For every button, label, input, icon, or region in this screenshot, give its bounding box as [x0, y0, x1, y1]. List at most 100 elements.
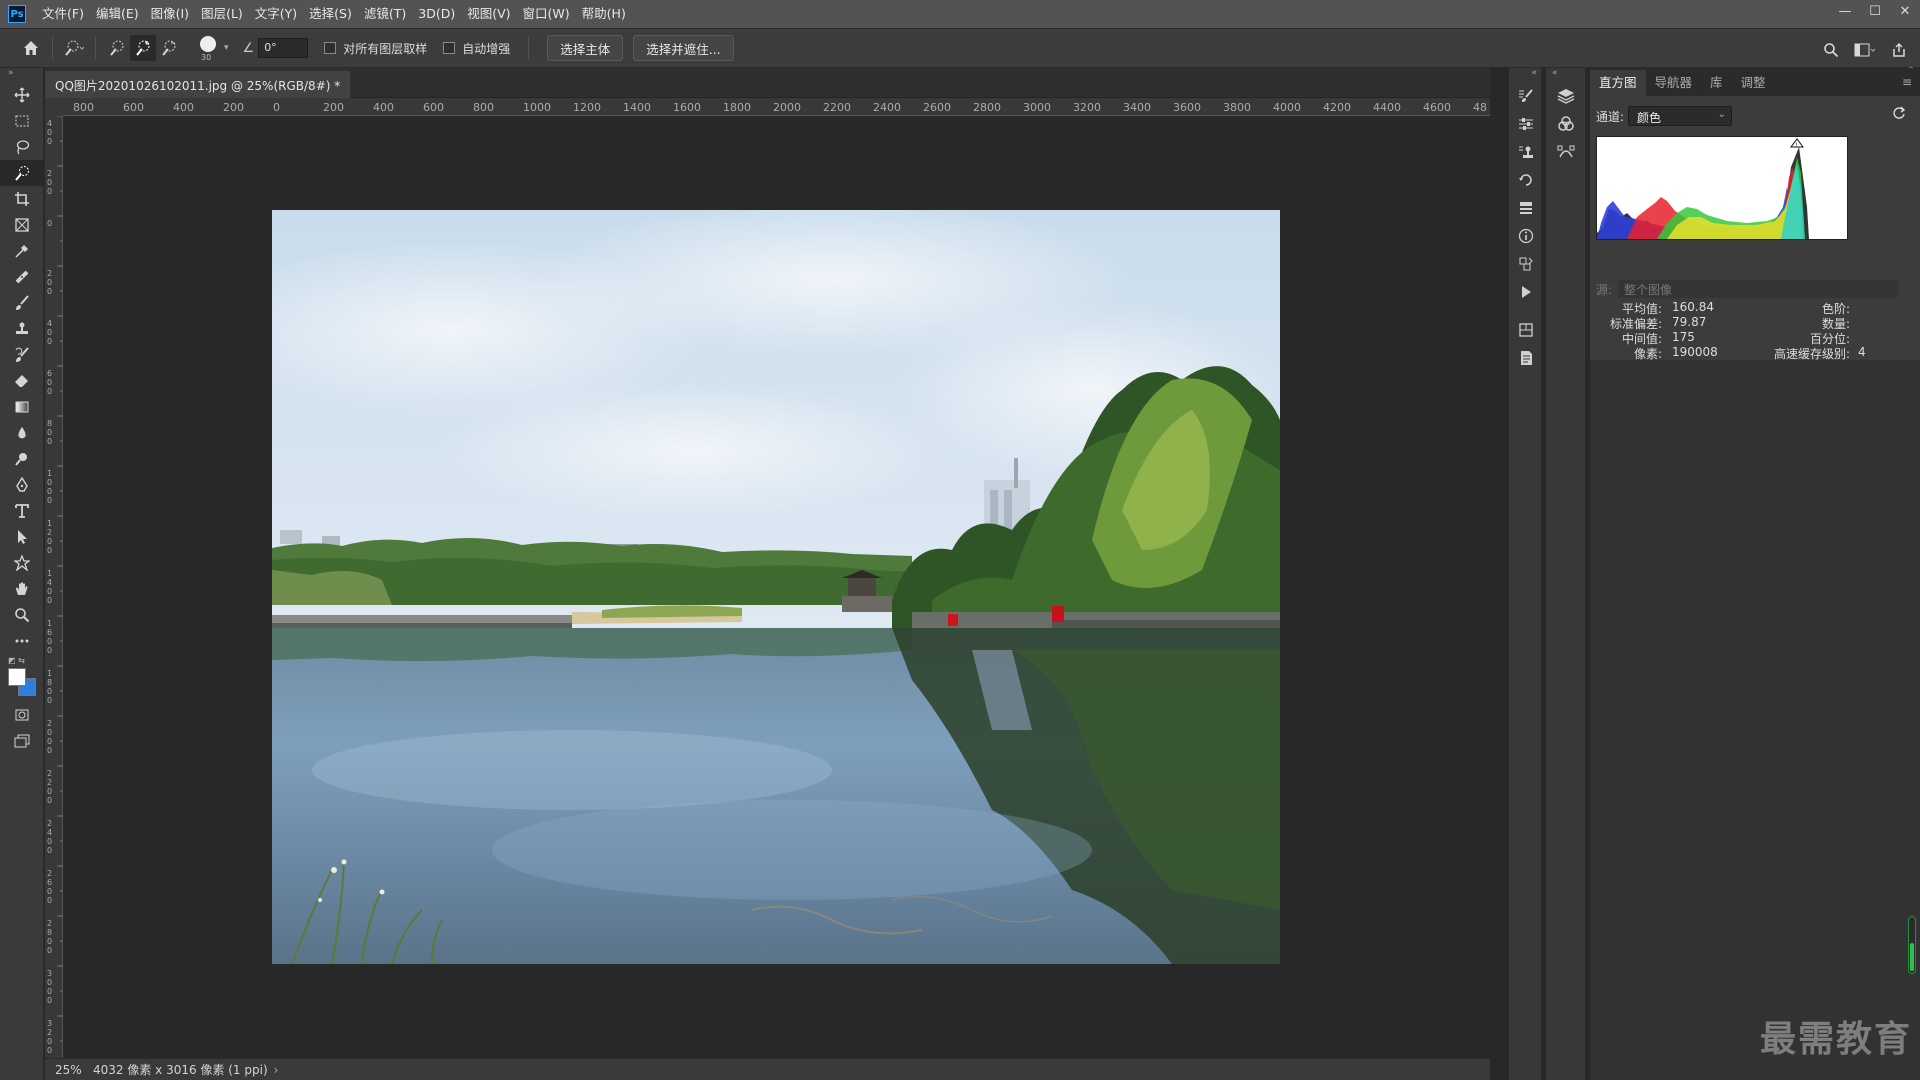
home-icon[interactable] — [18, 35, 44, 61]
menu-view[interactable]: 视图(V) — [461, 0, 516, 28]
channel-select[interactable]: 颜色 ⌄ — [1628, 106, 1733, 126]
scroll-indicator[interactable] — [1908, 916, 1916, 974]
source-label: 源: — [1596, 282, 1613, 297]
default-colors-icon[interactable]: ◩ ⇆ — [8, 656, 25, 665]
vertical-ruler-ticks: 400 200 0 200 400 600 800 1000 1200 1400… — [47, 115, 63, 1055]
pen-tool-icon[interactable] — [0, 472, 44, 498]
crop-tool-icon[interactable] — [0, 186, 44, 212]
move-tool-icon[interactable] — [0, 82, 44, 108]
svg-text:0: 0 — [47, 187, 52, 196]
brush-tip-icon — [200, 36, 216, 52]
document-tab[interactable]: QQ图片20201026102011.jpg @ 25%(RGB/8#) * × — [45, 71, 350, 98]
history-icon[interactable] — [1509, 166, 1543, 194]
separator — [52, 37, 53, 59]
sample-all-layers-checkbox[interactable]: 对所有图层取样 — [324, 40, 427, 57]
comp-layers-icon[interactable] — [1509, 250, 1543, 278]
expand-panel-icon[interactable]: » — [0, 68, 43, 82]
tab-navigator[interactable]: 导航器 — [1646, 70, 1702, 96]
document-size-info[interactable]: 4032 像素 x 3016 像素 (1 ppi) — [93, 1061, 268, 1078]
add-selection-brush-icon[interactable] — [130, 35, 156, 61]
info-icon[interactable] — [1509, 222, 1543, 250]
paths-icon[interactable] — [1546, 138, 1586, 166]
layers-icon[interactable] — [1546, 82, 1586, 110]
menu-type[interactable]: 文字(Y) — [249, 0, 303, 28]
vertical-ruler[interactable]: 400 200 0 200 400 600 800 1000 1200 1400… — [45, 115, 63, 1060]
custom-shape-tool-icon[interactable] — [0, 550, 44, 576]
path-selection-tool-icon[interactable] — [0, 524, 44, 550]
eyedropper-tool-icon[interactable] — [0, 238, 44, 264]
close-tab-icon[interactable]: × — [348, 79, 350, 93]
tab-histogram[interactable]: 直方图 — [1590, 70, 1646, 96]
menu-image[interactable]: 图像(I) — [145, 0, 195, 28]
maximize-button[interactable]: ☐ — [1860, 0, 1890, 22]
horizontal-ruler[interactable]: 800 600 400 200 0 200 400 600 800 1000 1200 1400 160… — [63, 98, 1490, 116]
svg-text:0: 0 — [47, 178, 52, 187]
svg-text:0: 0 — [47, 219, 52, 228]
zoom-level[interactable]: 25% — [45, 1063, 82, 1077]
new-selection-brush-icon[interactable] — [104, 35, 130, 61]
quick-select-preset-icon[interactable] — [61, 35, 87, 61]
svg-text:8: 8 — [47, 678, 52, 687]
channels-icon[interactable] — [1546, 110, 1586, 138]
menu-3d[interactable]: 3D(D) — [412, 0, 461, 28]
minimize-button[interactable]: — — [1830, 0, 1860, 22]
notes-icon[interactable] — [1509, 344, 1543, 372]
quick-mask-icon[interactable] — [0, 702, 44, 728]
menu-filter[interactable]: 滤镜(T) — [358, 0, 412, 28]
select-subject-button[interactable]: 选择主体 — [547, 35, 624, 61]
tab-adjustments[interactable]: 调整 — [1732, 70, 1775, 96]
collapse-dock-icon[interactable]: « — [1546, 68, 1585, 82]
quick-selection-tool-icon[interactable] — [0, 160, 44, 186]
properties-icon[interactable] — [1509, 110, 1543, 138]
history-brush-tool-icon[interactable] — [0, 342, 44, 368]
gradient-tool-icon[interactable] — [0, 394, 44, 420]
tab-libraries[interactable]: 库 — [1701, 70, 1732, 96]
brush-tool-icon[interactable] — [0, 290, 44, 316]
refresh-icon[interactable] — [1892, 106, 1906, 124]
share-icon[interactable] — [1886, 37, 1912, 63]
menu-select[interactable]: 选择(S) — [303, 0, 358, 28]
workspace-icon[interactable] — [1852, 37, 1878, 63]
menu-layer[interactable]: 图层(L) — [195, 0, 249, 28]
clone-source-icon[interactable] — [1509, 138, 1543, 166]
healing-brush-tool-icon[interactable] — [0, 264, 44, 290]
ruler-tick-label: 200 — [223, 101, 244, 114]
frame-tool-icon[interactable] — [0, 212, 44, 238]
edit-toolbar-icon[interactable] — [0, 628, 44, 654]
type-tool-icon[interactable] — [0, 498, 44, 524]
lasso-tool-icon[interactable] — [0, 134, 44, 160]
clone-stamp-tool-icon[interactable] — [0, 316, 44, 342]
blur-tool-icon[interactable] — [0, 420, 44, 446]
select-and-mask-button[interactable]: 选择并遮住... — [633, 35, 734, 61]
dodge-tool-icon[interactable] — [0, 446, 44, 472]
brush-settings-icon[interactable] — [1509, 82, 1543, 110]
play-action-icon[interactable] — [1509, 278, 1543, 306]
auto-enhance-checkbox[interactable]: 自动增强 — [443, 40, 510, 57]
screen-mode-icon[interactable] — [0, 728, 44, 754]
chevron-right-icon[interactable]: › — [274, 1063, 279, 1077]
zoom-tool-icon[interactable] — [0, 602, 44, 628]
actions-list-icon[interactable] — [1509, 194, 1543, 222]
brush-angle-input[interactable]: 0° — [258, 38, 309, 58]
marquee-tool-icon[interactable] — [0, 108, 44, 134]
brush-size-picker[interactable]: 30 — [192, 33, 224, 63]
auto-enhance-label: 自动增强 — [462, 41, 511, 56]
menu-help[interactable]: 帮助(H) — [576, 0, 632, 28]
source-select[interactable]: 整个图像 — [1618, 280, 1899, 298]
count-label: 数量: — [1821, 317, 1850, 331]
collapse-dock-icon[interactable]: « — [1509, 68, 1541, 82]
timeline-icon[interactable] — [1509, 316, 1543, 344]
document-image[interactable] — [272, 210, 1280, 964]
hand-tool-icon[interactable] — [0, 576, 44, 602]
menu-window[interactable]: 窗口(W) — [517, 0, 576, 28]
menu-file[interactable]: 文件(F) — [36, 0, 90, 28]
close-button[interactable]: ✕ — [1890, 0, 1920, 22]
panel-menu-icon[interactable]: ≡ — [1902, 75, 1912, 89]
foreground-color-swatch[interactable] — [8, 668, 26, 686]
menu-edit[interactable]: 编辑(E) — [90, 0, 145, 28]
pixels-label: 像素: — [1633, 347, 1662, 361]
search-icon[interactable] — [1818, 37, 1844, 63]
eraser-tool-icon[interactable] — [0, 368, 44, 394]
chevron-down-icon[interactable]: ▾ — [224, 43, 229, 53]
subtract-selection-brush-icon[interactable] — [156, 35, 182, 61]
